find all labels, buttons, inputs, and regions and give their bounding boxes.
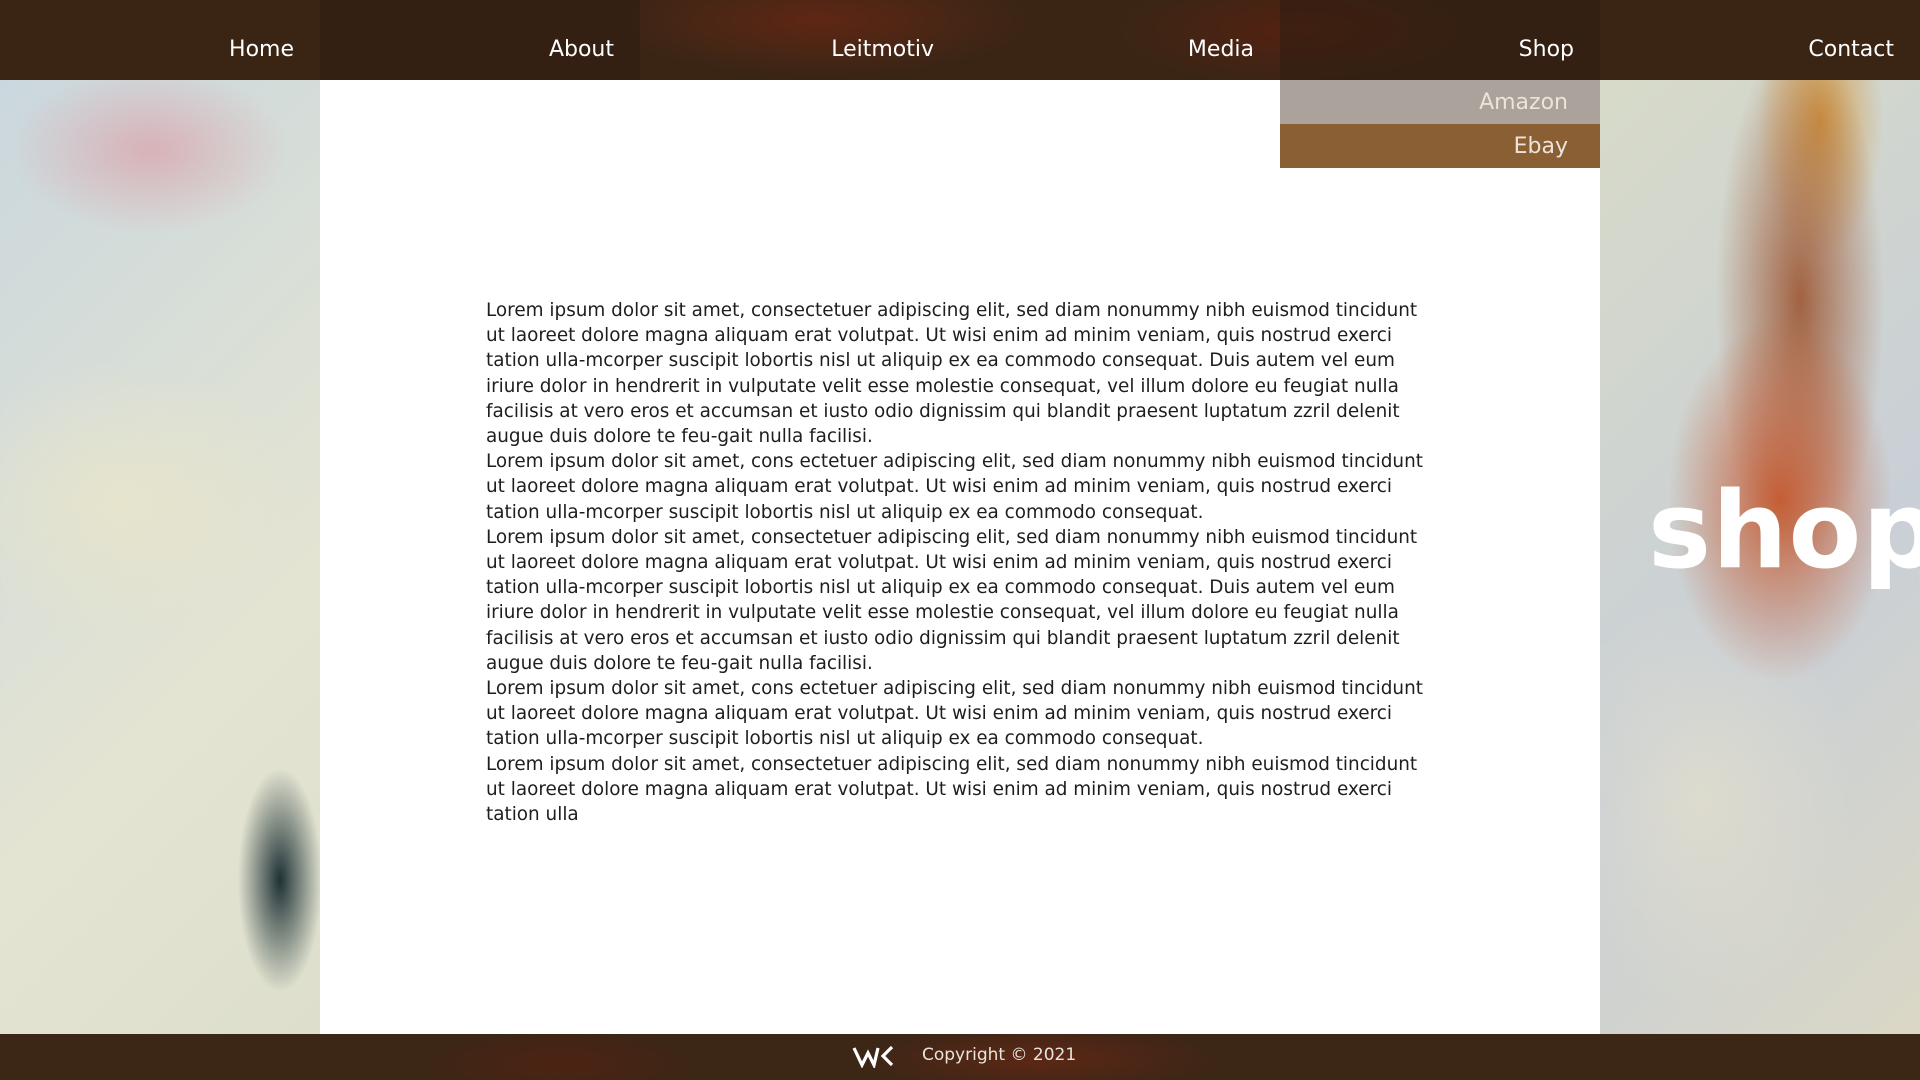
paragraph: Lorem ipsum dolor sit amet, consectetuer… — [486, 753, 1418, 826]
shop-dropdown: Amazon Ebay — [1280, 80, 1600, 168]
nav-item-about[interactable]: About — [320, 0, 640, 80]
nav-item-label: Home — [229, 37, 294, 62]
nav-item-media[interactable]: Media — [960, 0, 1280, 80]
nav-item-label: Leitmotiv — [831, 37, 934, 62]
paragraph: Lorem ipsum dolor sit amet, cons ectetue… — [486, 678, 1423, 750]
nav-item-shop[interactable]: Shop — [1280, 0, 1600, 80]
paragraph: Lorem ipsum dolor sit amet, consectetuer… — [486, 526, 1418, 674]
dropdown-item-label: Amazon — [1479, 90, 1568, 115]
nav-item-home[interactable]: Home — [0, 0, 320, 80]
nav-item-leitmotiv[interactable]: Leitmotiv — [640, 0, 960, 80]
paragraph: Lorem ipsum dolor sit amet, cons ectetue… — [486, 451, 1423, 523]
page-heading: shop — [1648, 469, 1920, 592]
dropdown-item-ebay[interactable]: Ebay — [1280, 124, 1600, 168]
content-panel: Lorem ipsum dolor sit amet, consectetuer… — [320, 80, 1600, 1034]
article-body: Lorem ipsum dolor sit amet, consectetuer… — [486, 298, 1436, 827]
nav-item-label: About — [548, 37, 614, 62]
nav-item-label: Contact — [1808, 37, 1894, 62]
copyright-text: Copyright © 2021 — [922, 1045, 1077, 1065]
wk-monogram-icon: WK — [852, 1045, 894, 1068]
top-nav: Home About Leitmotiv Media Shop Contact — [0, 0, 1920, 80]
nav-item-label: Media — [1187, 37, 1254, 62]
paragraph: Lorem ipsum dolor sit amet, consectetuer… — [486, 300, 1418, 448]
footer: WK Copyright © 2021 — [0, 1034, 1920, 1080]
nav-item-label: Shop — [1518, 37, 1574, 62]
dropdown-item-label: Ebay — [1513, 134, 1568, 159]
dropdown-item-amazon[interactable]: Amazon — [1280, 80, 1600, 124]
nav-item-contact[interactable]: Contact — [1600, 0, 1920, 80]
